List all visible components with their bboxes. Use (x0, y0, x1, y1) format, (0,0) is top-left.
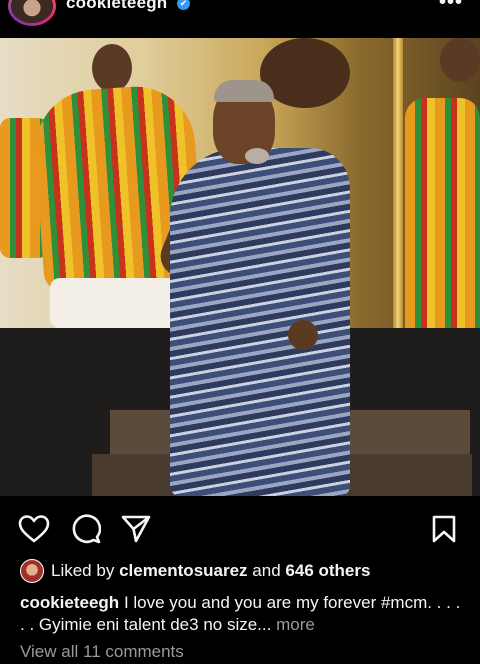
post-image[interactable] (0, 38, 480, 496)
post-caption: cookieteegh I love you and you are my fo… (20, 592, 465, 636)
avatar[interactable] (8, 0, 56, 26)
post-username[interactable]: cookieteegh (66, 0, 167, 13)
view-all-comments-link[interactable]: View all 11 comments (20, 642, 184, 662)
likes-summary[interactable]: Liked by clementosuarez and 646 others (20, 558, 460, 584)
post-header: cookieteegh ✔ ••• (0, 0, 480, 38)
share-icon[interactable] (120, 514, 152, 544)
likes-connector: and (252, 561, 281, 580)
liker-avatar (20, 559, 44, 583)
more-options-icon[interactable]: ••• (439, 0, 463, 14)
save-icon[interactable] (430, 514, 458, 544)
heart-icon[interactable] (18, 514, 50, 544)
likes-count[interactable]: 646 others (285, 561, 370, 580)
likes-prefix: Liked by (51, 561, 115, 580)
verified-badge-icon: ✔ (177, 0, 190, 10)
liker-username[interactable]: clementosuarez (119, 561, 248, 580)
caption-more-link[interactable]: more (276, 615, 315, 634)
post-actions (0, 506, 480, 550)
avatar-image (11, 0, 53, 23)
caption-username[interactable]: cookieteegh (20, 593, 119, 612)
comment-icon[interactable] (71, 514, 101, 544)
